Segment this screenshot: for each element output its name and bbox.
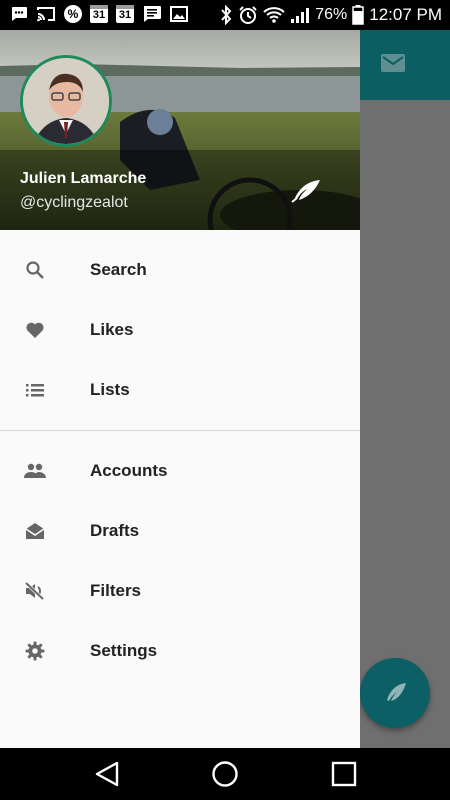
alarm-icon — [239, 6, 257, 24]
menu-item-label: Accounts — [90, 461, 168, 480]
status-bar: % 31 31 76% 12:07 PM — [0, 0, 450, 30]
menu-item-label: Lists — [90, 380, 130, 399]
menu-item-label: Settings — [90, 641, 158, 660]
cast-icon — [37, 7, 55, 22]
menu-divider — [0, 430, 360, 431]
bluetooth-icon — [221, 5, 232, 25]
gear-icon — [24, 640, 46, 662]
status-clock: 12:07 PM — [369, 5, 442, 24]
percent-badge-icon: % — [64, 5, 82, 23]
menu-item-accounts[interactable]: Accounts — [0, 441, 360, 501]
menu-item-drafts[interactable]: Drafts — [0, 501, 360, 561]
search-icon — [24, 259, 46, 281]
quill-icon[interactable] — [290, 178, 322, 204]
menu-item-label: Search — [90, 260, 147, 279]
home-icon[interactable] — [211, 760, 239, 788]
menu-item-search[interactable]: Search — [0, 240, 360, 300]
notification-icons: % 31 31 — [10, 5, 188, 23]
menu-item-label: Drafts — [90, 521, 140, 540]
quill-icon — [387, 683, 406, 701]
user-handle: @cyclingzealot — [20, 194, 128, 211]
calendar-day: 31 — [92, 9, 106, 21]
battery-icon — [352, 5, 364, 25]
user-name: Julien Lamarche — [20, 170, 147, 187]
avatar[interactable] — [20, 55, 112, 147]
battery-level: 76% — [315, 6, 348, 23]
menu-item-lists[interactable]: Lists — [0, 360, 360, 420]
mute-icon — [24, 580, 46, 602]
message-icon — [143, 6, 161, 22]
drafts-icon — [24, 520, 46, 542]
drawer-menu-secondary: Accounts Drafts Filters Settings — [0, 441, 360, 681]
drawer-header: Julien Lamarche @cyclingzealot — [0, 30, 360, 230]
menu-item-label: Likes — [90, 320, 134, 339]
back-icon[interactable] — [93, 760, 121, 788]
compose-fab[interactable] — [360, 658, 430, 728]
signal-icon — [291, 8, 310, 23]
list-icon — [24, 379, 46, 401]
menu-item-label: Filters — [90, 581, 142, 600]
system-status: 76% 12:07 PM — [219, 5, 442, 25]
menu-item-settings[interactable]: Settings — [0, 621, 360, 681]
heart-icon — [24, 319, 46, 341]
drawer-menu-primary: Search Likes Lists — [0, 230, 360, 420]
wifi-icon — [263, 7, 285, 23]
calendar-day: 31 — [118, 9, 132, 21]
navigation-drawer: Julien Lamarche @cyclingzealot Search Li — [0, 30, 360, 748]
system-nav-bar — [0, 748, 450, 800]
avatar-photo — [23, 58, 109, 144]
recents-icon[interactable] — [330, 760, 358, 788]
chat-icon — [12, 7, 27, 21]
calendar-icon: 31 — [116, 5, 134, 23]
calendar-icon: 31 — [90, 5, 108, 23]
menu-item-filters[interactable]: Filters — [0, 561, 360, 621]
mail-icon[interactable] — [380, 52, 406, 74]
image-icon — [170, 6, 188, 22]
menu-item-likes[interactable]: Likes — [0, 300, 360, 360]
people-icon — [24, 460, 46, 482]
